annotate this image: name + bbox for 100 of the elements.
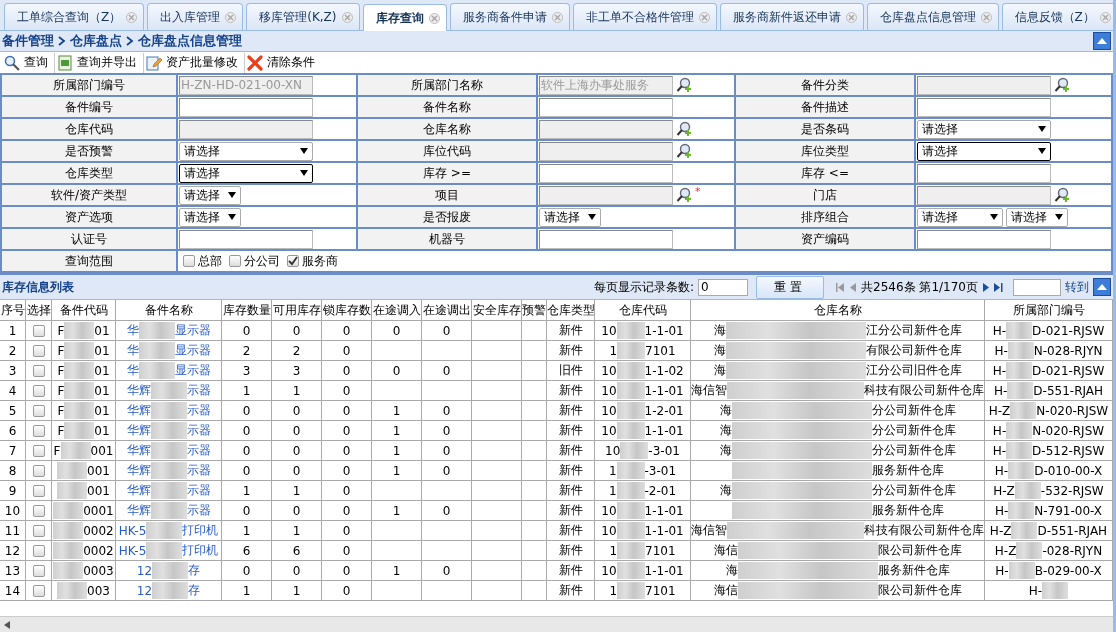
tab[interactable]: 信息反馈（Z） — [1001, 3, 1113, 30]
close-icon[interactable] — [225, 11, 237, 23]
select-dropdown[interactable]: 请选择 — [179, 163, 313, 183]
breadcrumb-item[interactable]: 备件管理 — [2, 32, 54, 50]
part-name-link[interactable]: 示器 — [186, 382, 211, 399]
part-name-link[interactable]: 华辉 — [126, 382, 151, 399]
part-name-link[interactable]: 示器 — [186, 482, 211, 499]
next-page-icon[interactable] — [982, 282, 990, 292]
close-icon[interactable] — [698, 11, 710, 23]
input-field[interactable] — [539, 163, 673, 183]
toolbar-button[interactable]: 查询 — [2, 52, 55, 73]
part-name-link[interactable]: 华 — [126, 342, 139, 359]
column-header: 锁库存数 — [322, 300, 372, 321]
part-name-link[interactable]: 示器 — [186, 442, 211, 459]
tab[interactable]: 服务商新件返还申请 — [719, 3, 864, 30]
page-size-field[interactable]: 0 — [698, 278, 749, 296]
last-page-icon[interactable] — [994, 282, 1003, 292]
checkbox[interactable] — [32, 484, 45, 497]
tab[interactable]: 服务商备件申请 — [449, 3, 570, 30]
tab[interactable]: 工单综合查询（Z） — [4, 3, 145, 30]
part-name-link[interactable]: 打印机 — [182, 522, 219, 539]
part-name-link[interactable]: 华辉 — [126, 442, 151, 459]
checkbox[interactable] — [32, 404, 45, 417]
select-dropdown[interactable]: 请选择 — [917, 207, 1003, 227]
select-dropdown[interactable]: 请选择 — [539, 207, 601, 227]
input-field[interactable] — [539, 229, 673, 249]
toolbar-button[interactable]: 清除条件 — [245, 52, 321, 73]
select-dropdown[interactable]: 请选择 — [179, 141, 313, 161]
checkbox[interactable] — [32, 344, 45, 357]
part-name-link[interactable]: 华辉 — [126, 502, 151, 519]
select-dropdown[interactable]: 请选择 — [1006, 207, 1068, 227]
part-name-link[interactable]: 存 — [188, 582, 201, 599]
part-name-link[interactable]: 12 — [136, 563, 153, 578]
close-icon[interactable] — [126, 11, 138, 23]
input-field[interactable] — [917, 163, 1051, 183]
reset-button[interactable]: 重置 — [756, 275, 825, 299]
checkbox[interactable] — [32, 324, 45, 337]
input-field[interactable] — [539, 97, 673, 117]
checkbox[interactable] — [32, 444, 45, 457]
toolbar-button[interactable]: 查询并导出 — [55, 52, 144, 73]
close-icon[interactable] — [1099, 11, 1111, 23]
cell-text: 1-1-01 — [644, 383, 684, 398]
part-name-link[interactable]: 华辉 — [126, 422, 151, 439]
part-name-link[interactable]: 华 — [126, 362, 139, 379]
part-name-link[interactable]: 显示器 — [174, 322, 211, 339]
part-name-link[interactable]: 存 — [188, 562, 201, 579]
close-icon[interactable] — [341, 11, 353, 23]
checkbox[interactable] — [32, 424, 45, 437]
breadcrumb-item[interactable]: 仓库盘点 — [70, 32, 122, 50]
input-field[interactable] — [917, 229, 1051, 249]
close-icon[interactable] — [845, 11, 857, 23]
select-dropdown[interactable]: 请选择 — [917, 141, 1051, 161]
close-icon[interactable] — [980, 11, 992, 23]
checkbox[interactable]: 服务商 — [287, 252, 338, 270]
tab[interactable]: 库存查询 — [362, 4, 447, 31]
close-icon[interactable] — [551, 11, 563, 23]
part-name-link[interactable]: HK-5 — [118, 523, 147, 538]
input-field[interactable] — [179, 97, 313, 117]
input-field[interactable] — [179, 229, 313, 249]
checkbox[interactable] — [32, 384, 45, 397]
part-name-link[interactable]: 显示器 — [174, 362, 211, 379]
checkbox[interactable] — [32, 504, 45, 517]
part-name-link[interactable]: 示器 — [186, 402, 211, 419]
part-name-link[interactable]: 华 — [126, 322, 139, 339]
part-name-link[interactable]: 打印机 — [182, 542, 219, 559]
collapse-button[interactable] — [1093, 278, 1111, 296]
part-name-link[interactable]: 12 — [136, 583, 153, 598]
checkbox[interactable] — [32, 564, 45, 577]
checkbox[interactable]: 总部 — [183, 252, 222, 270]
part-name-link[interactable]: 华辉 — [126, 402, 151, 419]
part-name-link[interactable]: HK-5 — [118, 543, 147, 558]
checkbox[interactable]: 分公司 — [229, 252, 280, 270]
input-field[interactable] — [917, 97, 1051, 117]
part-name-link[interactable]: 示器 — [186, 502, 211, 519]
part-name-link[interactable]: 示器 — [186, 462, 211, 479]
part-name-link[interactable]: 显示器 — [174, 342, 211, 359]
first-page-icon[interactable] — [836, 282, 846, 292]
part-name-link[interactable]: 示器 — [186, 422, 211, 439]
select-dropdown[interactable]: 请选择 — [917, 119, 1051, 139]
part-name-link[interactable]: 华辉 — [126, 462, 151, 479]
tab[interactable]: 出入库管理 — [147, 3, 244, 30]
checkbox[interactable] — [32, 524, 45, 537]
checkbox[interactable] — [32, 584, 45, 597]
toolbar-button[interactable]: 资产批量修改 — [144, 52, 245, 73]
tab[interactable]: 移库管理(K,Z) — [246, 3, 360, 30]
tab[interactable]: 非工单不合格件管理 — [572, 3, 717, 30]
scroll-left-icon[interactable] — [4, 620, 10, 629]
part-name-link[interactable]: 华辉 — [126, 482, 151, 499]
select-dropdown[interactable]: 请选择 — [179, 185, 241, 205]
close-icon[interactable] — [428, 12, 440, 24]
goto-link[interactable]: 转到 — [1065, 278, 1089, 296]
checkbox[interactable] — [32, 544, 45, 557]
checkbox[interactable] — [32, 464, 45, 477]
horizontal-scrollbar[interactable] — [0, 616, 1113, 632]
collapse-button[interactable] — [1093, 32, 1111, 50]
tab[interactable]: 仓库盘点信息管理 — [866, 3, 999, 30]
page-number-field[interactable] — [1013, 278, 1061, 296]
previous-page-icon[interactable] — [849, 282, 858, 292]
select-dropdown[interactable]: 请选择 — [179, 207, 241, 227]
checkbox[interactable] — [32, 364, 45, 377]
